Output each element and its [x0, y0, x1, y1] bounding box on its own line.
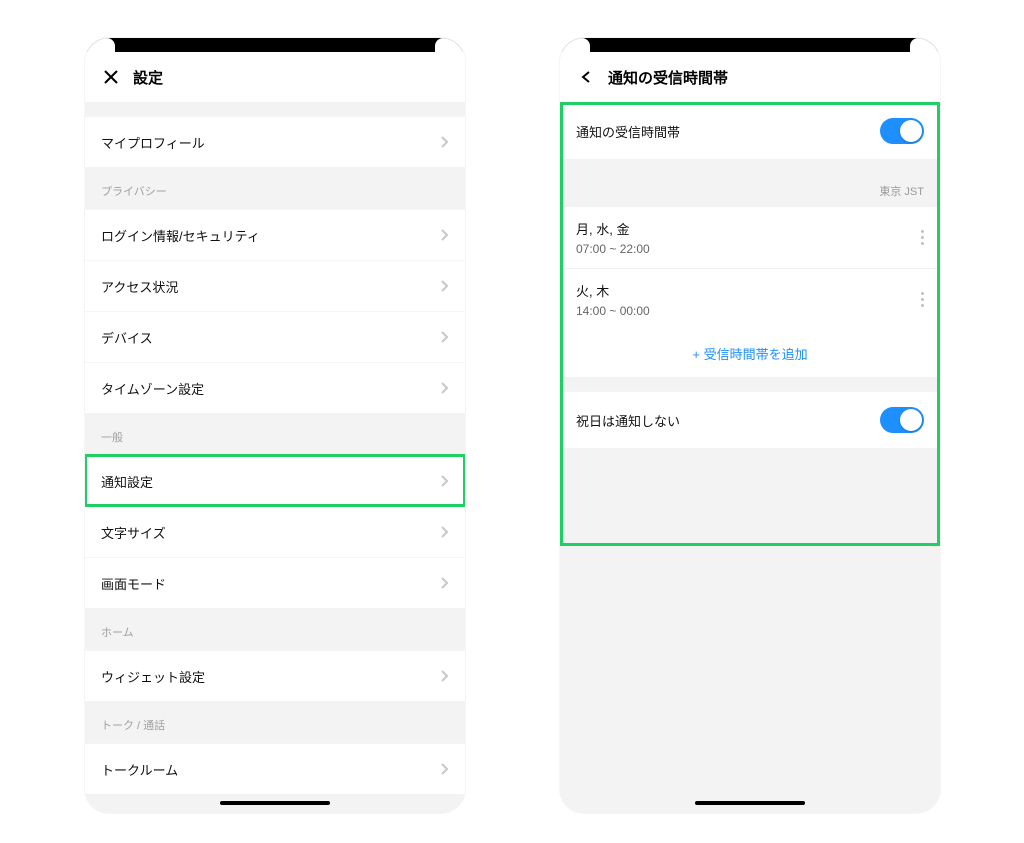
settings-row[interactable]: アクセス状況: [85, 260, 465, 311]
section-label: トーク / 通話: [85, 701, 465, 743]
schedule-days: 月, 水, 金: [576, 219, 650, 238]
section-label: ホーム: [85, 608, 465, 650]
chevron-right-icon: [439, 135, 449, 149]
section-label: 一般: [85, 413, 465, 455]
holiday-toggle-label: 祝日は通知しない: [576, 411, 680, 430]
more-icon[interactable]: [921, 230, 924, 245]
settings-row[interactable]: トークルーム: [85, 743, 465, 794]
schedule-time: 07:00 ~ 22:00: [576, 242, 650, 256]
settings-row[interactable]: デバイス: [85, 311, 465, 362]
settings-row-label: 画面モード: [101, 574, 166, 593]
chevron-right-icon: [439, 279, 449, 293]
notification-window-toggle-label: 通知の受信時間帯: [576, 122, 680, 141]
settings-row-label: 通知設定: [101, 472, 153, 491]
settings-row-label: デバイス: [101, 328, 153, 347]
section-gap: [85, 102, 465, 116]
chevron-right-icon: [439, 381, 449, 395]
settings-row[interactable]: ログイン情報/セキュリティ: [85, 209, 465, 260]
settings-title: 設定: [133, 67, 163, 88]
device-frame-top: [85, 38, 465, 52]
more-icon[interactable]: [921, 292, 924, 307]
settings-row-label: トークルーム: [101, 760, 178, 779]
holiday-toggle-row[interactable]: 祝日は通知しない: [560, 391, 940, 448]
chevron-right-icon: [439, 330, 449, 344]
phone-settings: 設定 マイプロフィールプライバシーログイン情報/セキュリティアクセス状況デバイス…: [85, 38, 465, 813]
notification-window-toggle-row[interactable]: 通知の受信時間帯: [560, 102, 940, 159]
chevron-right-icon: [439, 228, 449, 242]
settings-row[interactable]: タイムゾーン設定: [85, 362, 465, 413]
settings-row-label: 文字サイズ: [101, 523, 166, 542]
schedule-info: 火, 木 14:00 ~ 00:00: [576, 281, 650, 318]
home-indicator: [220, 801, 330, 805]
notification-header: 通知の受信時間帯: [560, 52, 940, 102]
settings-row[interactable]: 通知設定: [85, 455, 465, 506]
add-receive-window-button[interactable]: + 受信時間帯を追加: [560, 330, 940, 377]
schedule-days: 火, 木: [576, 281, 650, 300]
settings-row-label: アクセス状況: [101, 277, 178, 296]
settings-header: 設定: [85, 52, 465, 102]
chevron-right-icon: [439, 576, 449, 590]
schedule-info: 月, 水, 金 07:00 ~ 22:00: [576, 219, 650, 256]
add-receive-window-label: + 受信時間帯を追加: [692, 347, 807, 362]
settings-row-label: タイムゾーン設定: [101, 379, 204, 398]
settings-list: マイプロフィールプライバシーログイン情報/セキュリティアクセス状況デバイスタイム…: [85, 102, 465, 794]
phone-notification-window: 通知の受信時間帯 通知の受信時間帯 東京 JST 月, 水, 金 07:00 ~ …: [560, 38, 940, 813]
section-gap: [560, 377, 940, 391]
settings-row[interactable]: 画面モード: [85, 557, 465, 608]
chevron-right-icon: [439, 762, 449, 776]
chevron-right-icon: [439, 669, 449, 683]
notification-title: 通知の受信時間帯: [608, 67, 728, 88]
schedule-row[interactable]: 火, 木 14:00 ~ 00:00: [560, 268, 940, 330]
chevron-right-icon: [439, 474, 449, 488]
toggle-switch[interactable]: [880, 407, 924, 433]
close-icon[interactable]: [101, 67, 121, 87]
settings-row[interactable]: ウィジェット設定: [85, 650, 465, 701]
settings-row-label: ウィジェット設定: [101, 667, 205, 686]
schedule-time: 14:00 ~ 00:00: [576, 304, 650, 318]
settings-row-label: ログイン情報/セキュリティ: [101, 226, 260, 245]
settings-row-label: マイプロフィール: [101, 133, 205, 152]
toggle-switch[interactable]: [880, 118, 924, 144]
device-frame-top: [560, 38, 940, 52]
back-icon[interactable]: [576, 67, 596, 87]
section-label: プライバシー: [85, 167, 465, 209]
home-indicator: [695, 801, 805, 805]
schedule-row[interactable]: 月, 水, 金 07:00 ~ 22:00: [560, 207, 940, 268]
chevron-right-icon: [439, 525, 449, 539]
settings-row[interactable]: 文字サイズ: [85, 506, 465, 557]
settings-row[interactable]: マイプロフィール: [85, 116, 465, 167]
timezone-note: 東京 JST: [560, 159, 940, 207]
